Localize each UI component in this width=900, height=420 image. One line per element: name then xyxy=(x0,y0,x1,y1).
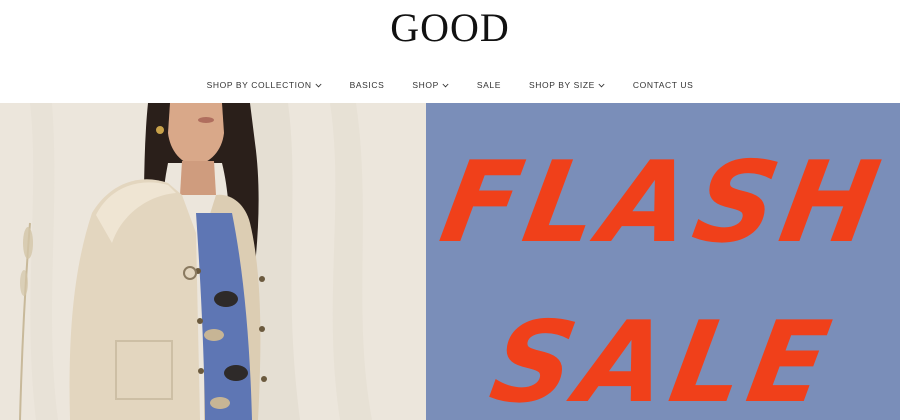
nav-shop-by-collection[interactable]: SHOP BY COLLECTION xyxy=(207,80,322,90)
nav-label: SHOP BY COLLECTION xyxy=(206,80,312,90)
site-header: GOOD SHOP BY COLLECTION BASICS SHOP SALE… xyxy=(0,0,900,103)
flash-sale-panel[interactable]: FLASH SALE xyxy=(426,103,900,420)
nav-sale[interactable]: SALE xyxy=(477,80,501,90)
banner-headline-line1: FLASH xyxy=(432,138,894,268)
nav-basics[interactable]: BASICS xyxy=(350,80,385,90)
chevron-down-icon xyxy=(598,83,605,87)
nav-label: SHOP xyxy=(412,80,439,90)
hero-banner[interactable]: FLASH SALE xyxy=(0,103,900,420)
model-photo-illustration xyxy=(0,103,426,420)
nav-shop-by-size[interactable]: SHOP BY SIZE xyxy=(529,80,605,90)
nav-label: BASICS xyxy=(349,80,385,90)
nav-contact-us[interactable]: CONTACT US xyxy=(633,80,693,90)
chevron-down-icon xyxy=(442,83,449,87)
chevron-down-icon xyxy=(315,83,322,87)
main-nav: SHOP BY COLLECTION BASICS SHOP SALE SHOP… xyxy=(0,76,900,94)
nav-label: SHOP BY SIZE xyxy=(528,80,595,90)
site-logo[interactable]: GOOD xyxy=(0,6,900,50)
nav-label: CONTACT US xyxy=(632,80,694,90)
banner-headline-line2: SALE xyxy=(481,298,845,420)
hero-photo xyxy=(0,103,426,420)
nav-label: SALE xyxy=(476,80,501,90)
nav-shop[interactable]: SHOP xyxy=(412,80,449,90)
